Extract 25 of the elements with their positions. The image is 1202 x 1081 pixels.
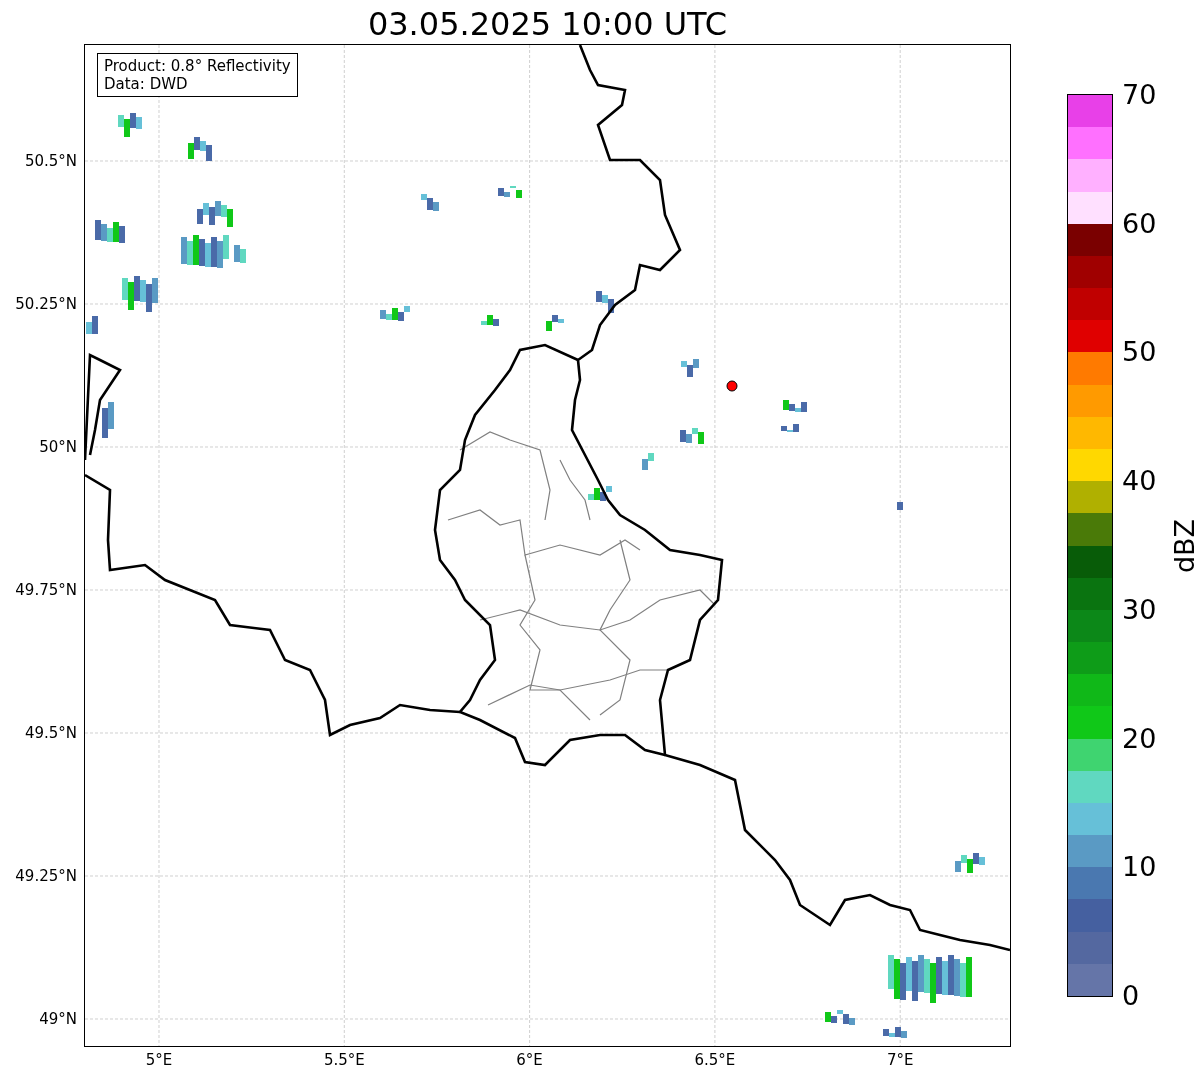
location-marker xyxy=(726,380,738,392)
chart-title: 03.05.2025 10:00 UTC xyxy=(366,4,729,44)
longitude-label: 6.5°E xyxy=(693,1051,737,1069)
latitude-label: 49.5°N xyxy=(24,724,77,742)
longitude-label: 6°E xyxy=(515,1051,544,1069)
latitude-label: 50.25°N xyxy=(15,295,77,313)
scale-label: 10 xyxy=(1122,851,1157,884)
legend-text: Data: DWD xyxy=(104,75,189,93)
scale-label: 20 xyxy=(1122,722,1157,755)
scale-label: 50 xyxy=(1122,336,1157,369)
scale-label: 70 xyxy=(1122,79,1157,111)
latitude-label: 50.5°N xyxy=(24,152,77,170)
latitude-label: 49.75°N xyxy=(15,581,77,599)
latitude-label: 49.25°N xyxy=(15,867,77,885)
scale-title: dBZ xyxy=(1169,518,1202,574)
latitude-label: 49°N xyxy=(39,1010,77,1028)
longitude-label: 5.5°E xyxy=(322,1051,366,1069)
scale-label: 30 xyxy=(1122,593,1157,626)
legend-text: Product: 0.8° Reflectivity xyxy=(104,57,291,75)
scale-label: 60 xyxy=(1122,207,1157,240)
scale-label: 40 xyxy=(1122,465,1157,498)
longitude-label: 5°E xyxy=(144,1051,174,1069)
scale-label: 0 xyxy=(1122,980,1140,1012)
longitude-label: 7°E xyxy=(885,1051,915,1069)
latitude-label: 50°N xyxy=(39,438,77,456)
